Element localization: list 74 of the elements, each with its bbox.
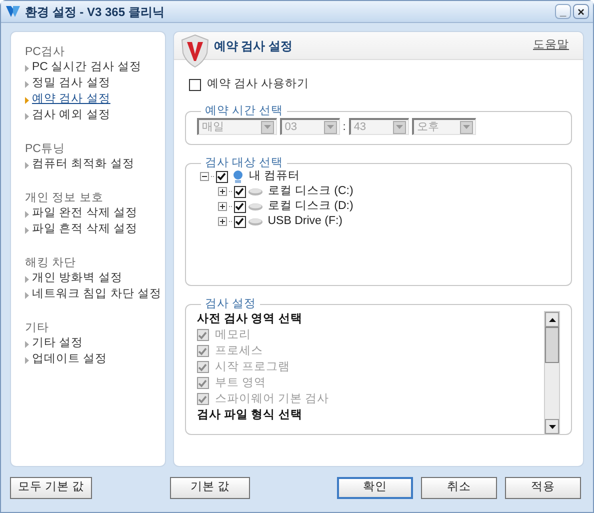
collapse-icon[interactable]: [200, 172, 209, 182]
computer-icon: [232, 170, 244, 184]
tree-item-label[interactable]: 로컬 디스크 (D:): [268, 198, 354, 216]
window-title: 환경 설정 - V3 365 클리닉: [25, 4, 164, 20]
sidebar-link[interactable]: 업데이트 설정: [32, 351, 108, 369]
help-link[interactable]: 도움말: [533, 36, 569, 54]
caret-icon: [396, 125, 403, 130]
sidebar-heading: 개인 정보 보호: [25, 191, 104, 206]
sidebar-link[interactable]: 개인 방화벽 설정: [32, 270, 122, 288]
sidebar-link[interactable]: 컴퓨터 최적화 설정: [32, 156, 134, 174]
option-heading: 검사 파일 형식 선택: [196, 408, 304, 424]
drive-icon: [248, 202, 263, 211]
bullet-icon: [25, 210, 29, 218]
sidebar-heading: 해킹 차단: [25, 256, 78, 271]
scroll-up-icon[interactable]: [548, 318, 556, 322]
sidebar-link[interactable]: 네트워크 침입 차단 설정: [32, 286, 162, 304]
group-title: 검사 대상 선택: [204, 156, 284, 170]
dialog-button[interactable]: 기본 값: [170, 477, 250, 499]
scroll-down-icon[interactable]: [548, 424, 556, 429]
bullet-icon: [25, 80, 29, 88]
checkbox[interactable]: [188, 79, 201, 91]
group-title: 검사 설정: [204, 297, 257, 312]
sidebar-link[interactable]: 예약 검사 설정: [32, 91, 110, 109]
sidebar-link[interactable]: 기타 설정: [32, 335, 84, 353]
drive-icon: [248, 218, 263, 226]
dialog-button[interactable]: 취소: [421, 477, 497, 499]
sidebar-link[interactable]: 검사 예외 설정: [32, 107, 110, 125]
dialog-button[interactable]: 모두 기본 값: [10, 477, 92, 499]
sidebar-heading: PC검사: [25, 45, 66, 60]
caret-icon: [326, 125, 334, 130]
bullet-icon: [25, 226, 29, 234]
checkbox-label: 시작 프로그램: [214, 360, 290, 375]
checkbox[interactable]: [234, 186, 246, 198]
dialog-button[interactable]: 확인: [337, 477, 413, 499]
checkbox-label: 예약 검사 사용하기: [206, 77, 310, 92]
close-button[interactable]: ×: [573, 4, 589, 19]
tree-item-label[interactable]: 로컬 디스크 (C:): [268, 183, 354, 200]
tree-item-label[interactable]: 내 컴퓨터: [248, 168, 300, 186]
checkbox[interactable]: [234, 216, 246, 228]
bullet-icon: [25, 276, 29, 282]
drive-icon: [248, 188, 263, 196]
bullet-icon: [25, 292, 29, 298]
app-logo-icon: [5, 4, 21, 19]
sidebar-heading: PC튜닝: [25, 142, 66, 157]
bullet-icon: [25, 162, 29, 168]
bullet-icon: [25, 64, 29, 72]
expand-icon[interactable]: [218, 187, 227, 196]
scrollbar[interactable]: [544, 311, 560, 436]
expand-icon[interactable]: [218, 217, 227, 226]
bullet-icon: [25, 340, 29, 348]
caret-icon: [264, 125, 271, 130]
checkbox[interactable]: [234, 200, 246, 213]
checkbox-label: 프로세스: [214, 344, 263, 359]
group-title: 예약 시간 선택: [204, 104, 284, 119]
dialog-button[interactable]: 적용: [505, 477, 581, 499]
caret-icon: [462, 125, 470, 130]
checkbox-label: 부트 영역: [214, 376, 266, 391]
bullet-icon: [25, 356, 29, 364]
expand-icon[interactable]: [218, 202, 227, 212]
checkbox[interactable]: [216, 170, 228, 183]
bullet-icon: [25, 112, 29, 120]
tree-item-label[interactable]: USB Drive (F:): [268, 213, 342, 230]
minimize-button[interactable]: _: [555, 4, 571, 19]
checkbox-label: 스파이웨어 기본 검사: [214, 392, 330, 407]
time-separator: :: [342, 120, 346, 134]
sidebar-link[interactable]: 정밀 검사 설정: [32, 75, 110, 93]
bullet-icon: [25, 96, 29, 104]
sidebar-link[interactable]: 파일 흔적 삭제 설정: [32, 221, 138, 239]
sidebar-link[interactable]: PC 실시간 검사 설정: [32, 59, 142, 77]
sidebar-heading: 기타: [25, 321, 50, 336]
sidebar-link[interactable]: 파일 완전 삭제 설정: [32, 205, 138, 223]
option-heading: 사전 검사 영역 선택: [196, 312, 304, 328]
checkbox-label: 메모리: [214, 328, 251, 343]
section-title: 예약 검사 설정: [214, 38, 292, 54]
